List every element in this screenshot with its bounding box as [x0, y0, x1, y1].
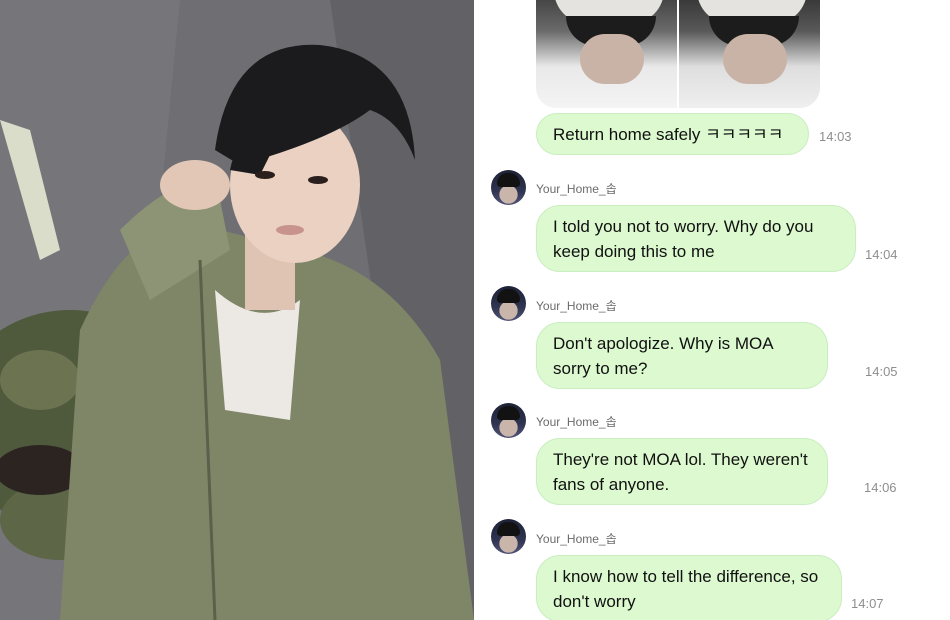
photo-illustration [0, 0, 474, 620]
message-bubble[interactable]: Don't apologize. Why is MOA sorry to me? [536, 322, 828, 389]
photo-thumbnail-icon[interactable] [679, 0, 820, 108]
avatar[interactable] [491, 170, 526, 205]
message-bubble[interactable]: They're not MOA lol. They weren't fans o… [536, 438, 828, 505]
message-time: 14:05 [865, 364, 898, 379]
message-text: Don't apologize. Why is MOA sorry to me? [553, 333, 773, 378]
sender-name: Your_Home_솝 [536, 299, 617, 313]
message-text: I told you not to worry. Why do you keep… [553, 216, 814, 261]
message-text: I know how to tell the difference, so do… [553, 566, 819, 611]
message-bubble[interactable]: Return home safely ㅋㅋㅋㅋㅋ [536, 113, 809, 155]
shared-photo-pair[interactable] [536, 0, 820, 108]
message-bubble[interactable]: I told you not to worry. Why do you keep… [536, 205, 856, 272]
avatar[interactable] [491, 286, 526, 321]
message-time: 14:07 [851, 596, 884, 611]
message-text: Return home safely ㅋㅋㅋㅋㅋ [553, 124, 784, 144]
message-bubble[interactable]: I know how to tell the difference, so do… [536, 555, 842, 620]
avatar[interactable] [491, 403, 526, 438]
message-time: 14:04 [865, 247, 898, 262]
photo-thumbnail-icon[interactable] [536, 0, 677, 108]
sender-name: Your_Home_솝 [536, 532, 617, 546]
sender-name: Your_Home_솝 [536, 415, 617, 429]
chat-panel: Return home safely ㅋㅋㅋㅋㅋ 14:03 Your_Home… [474, 0, 950, 620]
person-photo [0, 0, 474, 620]
message-time: 14:06 [864, 480, 897, 495]
avatar[interactable] [491, 519, 526, 554]
sender-name: Your_Home_솝 [536, 182, 617, 196]
message-time: 14:03 [819, 129, 852, 144]
message-text: They're not MOA lol. They weren't fans o… [553, 449, 808, 494]
